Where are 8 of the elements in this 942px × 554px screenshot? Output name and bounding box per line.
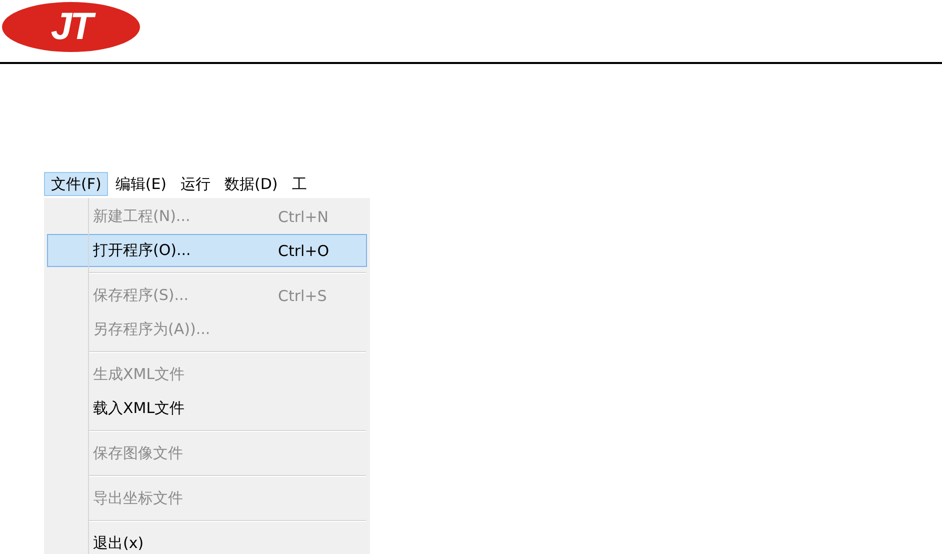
menu-bar-item[interactable]: 工 xyxy=(284,172,314,196)
menu-item[interactable]: 载入XML文件 xyxy=(47,392,367,425)
menu-bar-item[interactable]: 运行 xyxy=(174,172,218,196)
menu-bar-item[interactable]: 文件(F) xyxy=(44,172,108,196)
menu-bar-item[interactable]: 编辑(E) xyxy=(108,172,174,196)
menu-item[interactable]: 退出(x) xyxy=(47,527,367,554)
menu-item[interactable]: 打开程序(O)... Ctrl+O xyxy=(47,234,367,267)
menu-bar-item[interactable]: 数据(D) xyxy=(218,172,285,196)
